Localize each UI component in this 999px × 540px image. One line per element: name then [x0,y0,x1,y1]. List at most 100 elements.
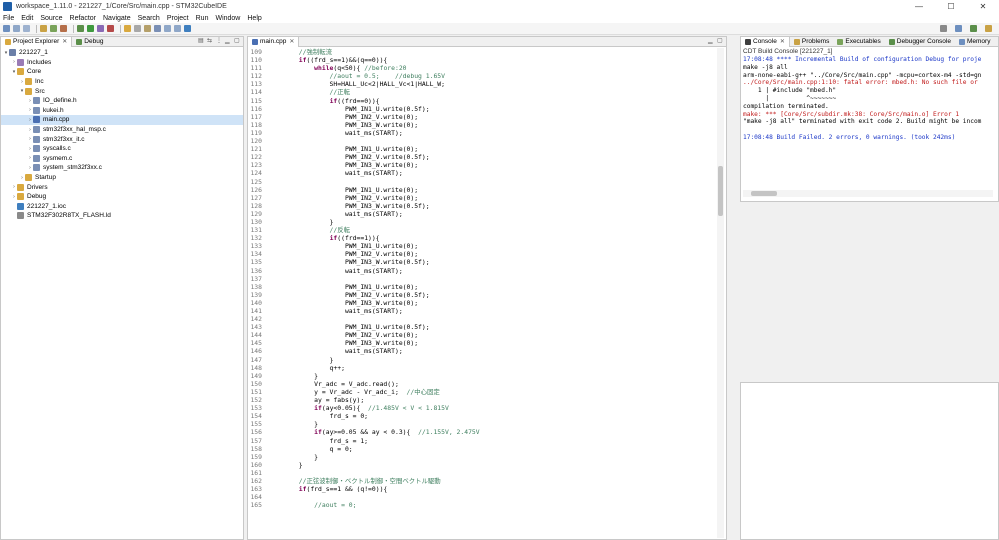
menu-project[interactable]: Project [167,15,189,22]
code-line: 142 [248,315,718,323]
tab-label: Problems [801,38,830,45]
tree-node[interactable]: › kukei.h [1,106,243,116]
editor-tabbar: main.cpp ✕ ▁ ▢ [248,36,726,47]
keyword: if [329,96,338,105]
close-icon[interactable]: ✕ [780,38,785,45]
tree-node[interactable]: › system_stm32f3xx.c [1,163,243,173]
tree-node[interactable]: › Drivers [1,182,243,192]
tree-node[interactable]: STM32F302R8TX_FLASH.ld [1,211,243,221]
tree-node[interactable]: › stm32f3xx_hal_msp.c [1,125,243,135]
menu-help[interactable]: Help [247,15,261,22]
search-quick-access-icon[interactable] [940,25,947,32]
tree-node[interactable]: › stm32f3xx_it.c [1,134,243,144]
annotation-icon[interactable] [144,25,151,32]
menu-source[interactable]: Source [40,15,62,22]
code-area[interactable]: 109 //強制転流 110 if((frd_s==1)&&(q==0)){111… [248,48,718,538]
next-annotation-icon[interactable] [154,25,161,32]
view-menu-icon[interactable]: ⋮ [216,38,222,44]
code-text: //強制転流 [268,48,333,56]
console-h-scrollbar[interactable] [743,190,993,197]
tree-node[interactable]: › syscalls.c [1,144,243,154]
tree-node[interactable]: ▾ Core [1,67,243,77]
menu-refactor[interactable]: Refactor [70,15,96,22]
tree-node[interactable]: › Includes [1,58,243,68]
debug-bug-icon[interactable] [77,25,84,32]
run-icon[interactable] [87,25,94,32]
build-config-icon[interactable] [50,25,57,32]
maximize-view-icon[interactable]: ▢ [717,38,723,44]
new-file-icon[interactable] [3,25,10,32]
back-arrow-icon[interactable] [164,25,171,32]
forward-arrow-icon[interactable] [174,25,181,32]
minimize-view-icon[interactable]: ▁ [708,38,714,44]
code-line: 117 PWM_IN2_V.write(0); [248,113,718,121]
tree-node[interactable]: › Startup [1,173,243,183]
inline-comment: //中心固定 [406,387,440,396]
code-line: 109 //強制転流 [248,48,718,56]
stop-icon[interactable] [107,25,114,32]
minimize-button[interactable]: — [903,0,935,13]
menu-edit[interactable]: Edit [21,15,33,22]
code-text: if(frd_s==1 && (q!=0)){ [298,485,388,494]
code-line: 146 wait_ms(START); [248,347,718,355]
tab-problems[interactable]: Problems [790,37,833,47]
link-editor-icon[interactable]: ⇆ [207,38,213,44]
c-file-icon [33,126,40,134]
code-text: while(q<50){ //before:20 [314,64,407,73]
tree-node[interactable]: 221227_1.ioc [1,202,243,212]
menu-search[interactable]: Search [138,15,160,22]
debug-perspective-icon[interactable] [970,25,977,32]
tab-console[interactable]: Console ✕ [741,36,790,47]
save-icon[interactable] [13,25,20,32]
code-text: //aout = 0.5; //debug 1.65V [268,72,445,81]
tree-node[interactable]: › IO_define.h [1,96,243,106]
close-icon[interactable]: ✕ [62,38,67,45]
maximize-button[interactable]: ☐ [935,0,967,13]
console-output[interactable]: 17:08:48 **** Incremental Build of confi… [741,56,998,142]
menu-window[interactable]: Window [215,15,240,22]
external-tools-icon[interactable] [97,25,104,32]
tab-memory[interactable]: Memory [955,37,994,47]
scrollbar-thumb[interactable] [751,191,777,196]
menu-file[interactable]: File [3,15,14,22]
info-icon[interactable] [184,25,191,32]
tree-node[interactable]: › sysmem.c [1,154,243,164]
tab-debug[interactable]: Debug [72,37,107,47]
scrollbar-thumb[interactable] [718,166,723,216]
search-icon[interactable] [134,25,141,32]
tree-node[interactable]: ▾ 221227_1 [1,48,243,58]
tab-main-cpp[interactable]: main.cpp ✕ [248,36,300,47]
perspective-icon[interactable] [955,25,962,32]
tab-project-explorer[interactable]: Project Explorer ✕ [1,36,73,47]
tree-node[interactable]: › main.cpp [1,115,243,125]
folder-icon [25,87,32,95]
tab-label: Project Explorer [13,38,60,45]
menu-navigate[interactable]: Navigate [103,15,131,22]
open-type-icon[interactable] [124,25,131,32]
code-line: 112 //aout = 0.5; //debug 1.65V [248,72,718,80]
line-number: 163 [250,485,262,494]
editor-scrollbar[interactable] [717,48,724,538]
tab-executables[interactable]: Executables [833,37,884,47]
tree-node-label: main.cpp [43,116,70,124]
close-icon[interactable]: ✕ [289,38,294,45]
line-number: 140 [250,298,262,307]
tree-node[interactable]: › Inc [1,77,243,87]
menu-run[interactable]: Run [196,15,209,22]
tree-node[interactable]: ▾ Src [1,86,243,96]
code-line: 161 [248,469,718,477]
cube-perspective-icon[interactable] [985,25,992,32]
tab-debugger-console[interactable]: Debugger Console [885,37,955,47]
close-window-button[interactable]: ✕ [967,0,999,13]
project-icon [9,49,16,57]
minimize-view-icon[interactable]: ▁ [225,38,231,44]
save-all-icon[interactable] [23,25,30,32]
line-number: 141 [250,307,262,315]
code-line: 125 [248,178,718,186]
tree-node[interactable]: › Debug [1,192,243,202]
build-hammer-icon[interactable] [40,25,47,32]
maximize-view-icon[interactable]: ▢ [234,38,240,44]
code-text: PWM_IN2_V.write(0); [268,250,419,259]
clean-icon[interactable] [60,25,67,32]
collapse-all-icon[interactable]: ▤ [198,38,204,44]
